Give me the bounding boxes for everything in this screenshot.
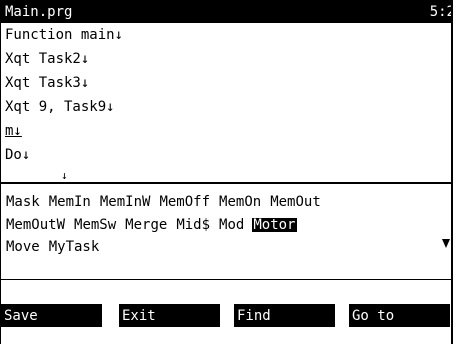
keyword-row: Move MyTask: [5, 240, 100, 254]
keyword-item[interactable]: MemSw: [73, 218, 117, 232]
keyword-item[interactable]: Move: [5, 240, 41, 254]
code-line[interactable]: Xqt Task2↓: [5, 52, 89, 66]
code-line[interactable]: Function main↓: [5, 28, 123, 42]
code-line[interactable]: Do↓: [5, 148, 30, 162]
editor-screen: Main.prg 5:2 Function main↓ Xqt Task2↓ X…: [0, 0, 453, 344]
cursor-position: 5:2: [429, 3, 453, 20]
divider: [1, 182, 451, 184]
keyword-item[interactable]: Mid$: [175, 218, 211, 232]
divider: [1, 279, 451, 280]
file-name: Main.prg: [5, 3, 73, 20]
code-line-current[interactable]: m↓: [5, 124, 22, 138]
keyword-item[interactable]: Mod: [218, 218, 245, 232]
keyword-item-selected[interactable]: Motor: [252, 218, 297, 232]
scroll-down-arrow-icon[interactable]: [442, 239, 450, 248]
keyword-item[interactable]: MemOn: [218, 195, 262, 209]
keyword-row: Mask MemIn MemInW MemOff MemOn MemOut: [5, 195, 322, 209]
exit-button[interactable]: Exit: [119, 304, 220, 327]
keyword-item[interactable]: MemIn: [48, 195, 92, 209]
cursor-marker: ↓: [61, 169, 68, 182]
code-line[interactable]: Xqt Task3↓: [5, 76, 89, 90]
find-button[interactable]: Find: [234, 304, 335, 327]
go-to-button[interactable]: Go to: [349, 304, 450, 327]
keyword-item[interactable]: MemOutW: [5, 218, 66, 232]
code-line[interactable]: Xqt 9, Task9↓: [5, 100, 115, 114]
save-button[interactable]: Save: [1, 304, 102, 327]
keyword-item[interactable]: MemInW: [99, 195, 152, 209]
title-bar: Main.prg 5:2: [1, 0, 451, 23]
keyword-row: MemOutW MemSw Merge Mid$ Mod Motor: [5, 218, 297, 232]
keyword-item[interactable]: MyTask: [48, 240, 101, 254]
keyword-item[interactable]: Merge: [124, 218, 168, 232]
keyword-item[interactable]: MemOut: [269, 195, 322, 209]
keyword-item[interactable]: MemOff: [158, 195, 211, 209]
keyword-item[interactable]: Mask: [5, 195, 41, 209]
